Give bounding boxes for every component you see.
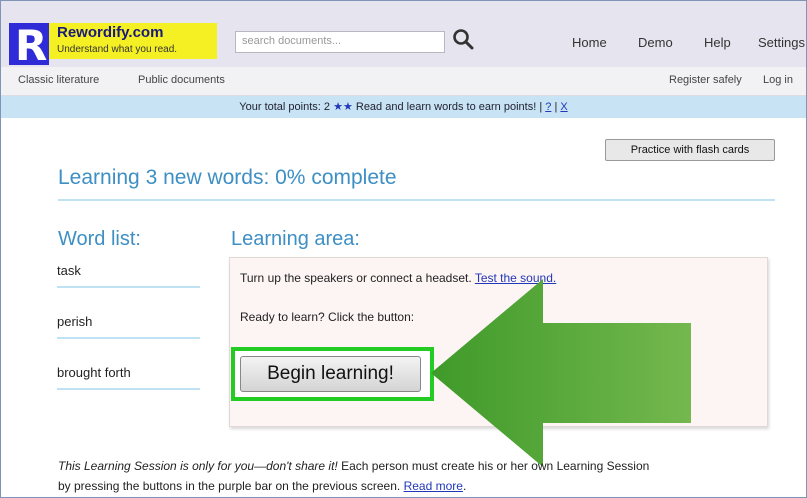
word-list-heading: Word list: xyxy=(58,228,141,250)
top-bar: R Rewordify.com Understand what you read… xyxy=(1,1,806,70)
word-list-item[interactable]: task xyxy=(57,263,81,278)
footer-warning: This Learning Session is only for you—do… xyxy=(58,459,338,473)
nav-settings[interactable]: Settings xyxy=(758,35,805,50)
footer-text: Each person must create his or her own L… xyxy=(341,459,650,473)
subnav-public-documents[interactable]: Public documents xyxy=(138,74,225,86)
points-message: Read and learn words to earn points! xyxy=(355,101,537,113)
nav-help[interactable]: Help xyxy=(704,35,731,50)
footer-text: by pressing the buttons in the purple ba… xyxy=(58,479,401,493)
search-icon[interactable] xyxy=(451,27,475,51)
points-total: Your total points: 2 xyxy=(239,101,331,113)
learning-area-heading: Learning area: xyxy=(231,228,360,250)
nav-home[interactable]: Home xyxy=(572,35,607,50)
divider xyxy=(57,286,200,288)
nav-demo[interactable]: Demo xyxy=(638,35,673,50)
subnav-classic-literature[interactable]: Classic literature xyxy=(18,74,99,86)
divider xyxy=(58,199,775,201)
points-bar: Your total points: 2 ★★ Read and learn w… xyxy=(1,96,806,118)
points-stars: ★★ xyxy=(333,101,353,113)
read-more-link[interactable]: Read more xyxy=(404,479,463,493)
app-frame: R Rewordify.com Understand what you read… xyxy=(0,0,807,498)
divider xyxy=(57,337,200,339)
brand-box[interactable]: Rewordify.com Understand what you read. xyxy=(49,23,217,59)
flash-cards-button[interactable]: Practice with flash cards xyxy=(605,139,775,161)
footer-line-1: This Learning Session is only for you—do… xyxy=(58,459,649,473)
word-list-item[interactable]: brought forth xyxy=(57,365,131,380)
ready-prompt: Ready to learn? Click the button: xyxy=(240,310,415,324)
begin-button-highlight: Begin learning! xyxy=(231,347,434,401)
sub-nav-bar: Classic literature Public documents Regi… xyxy=(1,67,806,96)
points-help-link[interactable]: ? xyxy=(545,101,551,113)
green-arrow-icon xyxy=(431,279,691,467)
word-list-item[interactable]: perish xyxy=(57,314,92,329)
search-input[interactable]: search documents... xyxy=(235,31,445,53)
divider xyxy=(57,388,200,390)
points-separator: | xyxy=(539,101,543,113)
subnav-login[interactable]: Log in xyxy=(763,74,793,86)
subnav-register[interactable]: Register safely xyxy=(669,74,742,86)
brand-name: Rewordify.com xyxy=(57,24,164,41)
logo[interactable]: R xyxy=(9,21,49,70)
points-close-link[interactable]: X xyxy=(560,101,567,113)
progress-title: Learning 3 new words: 0% complete xyxy=(58,166,397,189)
begin-learning-button[interactable]: Begin learning! xyxy=(240,356,421,392)
points-separator: | xyxy=(554,101,558,113)
footer-line-2: by pressing the buttons in the purple ba… xyxy=(58,479,467,493)
logo-letter: R xyxy=(15,21,48,70)
brand-tagline: Understand what you read. xyxy=(57,44,178,55)
